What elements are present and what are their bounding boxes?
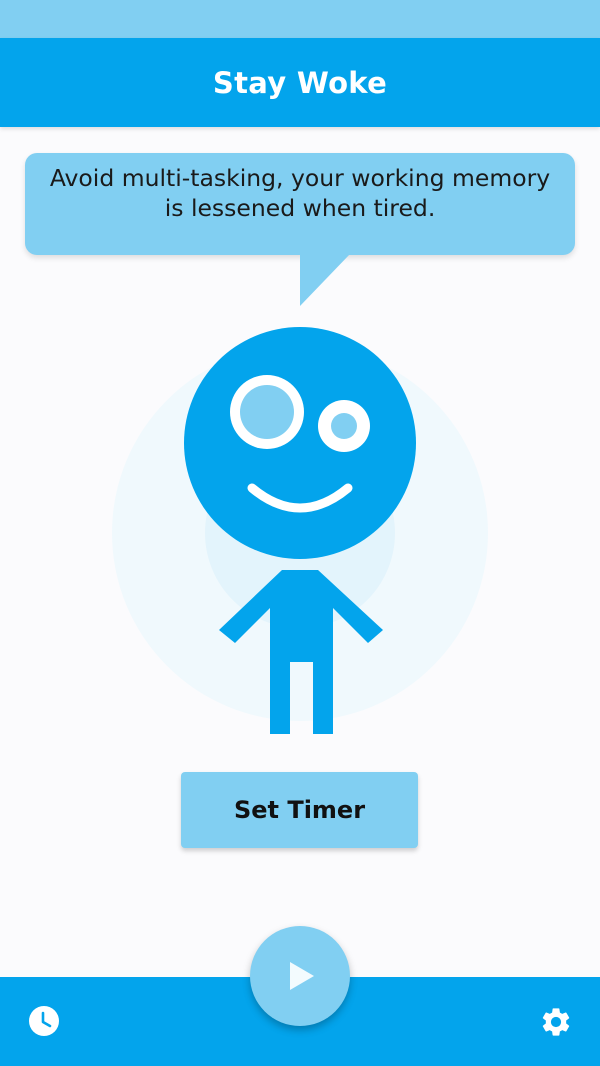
play-icon xyxy=(290,962,314,990)
right-pupil xyxy=(331,413,357,439)
start-button[interactable] xyxy=(250,926,350,1026)
left-pupil xyxy=(240,385,294,439)
settings-button[interactable] xyxy=(536,1002,576,1042)
history-button[interactable] xyxy=(24,1001,64,1041)
gear-icon xyxy=(542,1008,570,1036)
set-timer-label: Set Timer xyxy=(233,796,366,824)
mascot-figure xyxy=(112,327,488,734)
set-timer-button[interactable]: Set Timer xyxy=(181,772,418,848)
mascot-head xyxy=(184,327,416,559)
clock-icon xyxy=(29,1006,59,1036)
